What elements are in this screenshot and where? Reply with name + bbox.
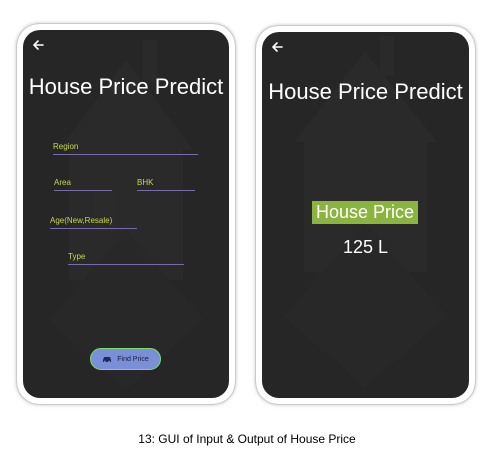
type-field[interactable]: Type (68, 244, 184, 265)
output-screen: House Price Predict House Price 125 L (262, 32, 469, 398)
bhk-field[interactable]: BHK (137, 174, 195, 191)
house-price-value: 125 L (342, 237, 389, 257)
phone-frame-output: House Price Predict House Price 125 L (256, 26, 475, 404)
age-field[interactable]: Age(New,Resale) (50, 210, 137, 229)
figure: House Price Predict Region Area BHK Age(… (0, 0, 494, 464)
bhk-field-label: BHK (137, 178, 154, 187)
find-price-button-label: Find Price (117, 355, 149, 363)
phone-frame-input: House Price Predict Region Area BHK Age(… (17, 24, 235, 404)
figure-caption: 13: GUI of Input & Output of House Price (138, 432, 356, 446)
region-field-label: Region (53, 142, 79, 151)
input-screen: House Price Predict Region Area BHK Age(… (23, 30, 229, 398)
page-title: House Price Predict (28, 74, 224, 99)
area-field[interactable]: Area (54, 174, 112, 191)
region-field[interactable]: Region (53, 134, 198, 155)
house-price-label: House Price (312, 201, 418, 224)
back-arrow-icon[interactable] (270, 40, 284, 54)
find-price-button[interactable]: Find Price (90, 348, 161, 370)
age-field-label: Age(New,Resale) (50, 216, 113, 225)
page-title: House Price Predict (268, 79, 463, 104)
back-arrow-icon[interactable] (31, 38, 45, 52)
area-field-label: Area (54, 178, 71, 187)
type-field-label: Type (68, 252, 86, 261)
car-icon (103, 357, 112, 363)
